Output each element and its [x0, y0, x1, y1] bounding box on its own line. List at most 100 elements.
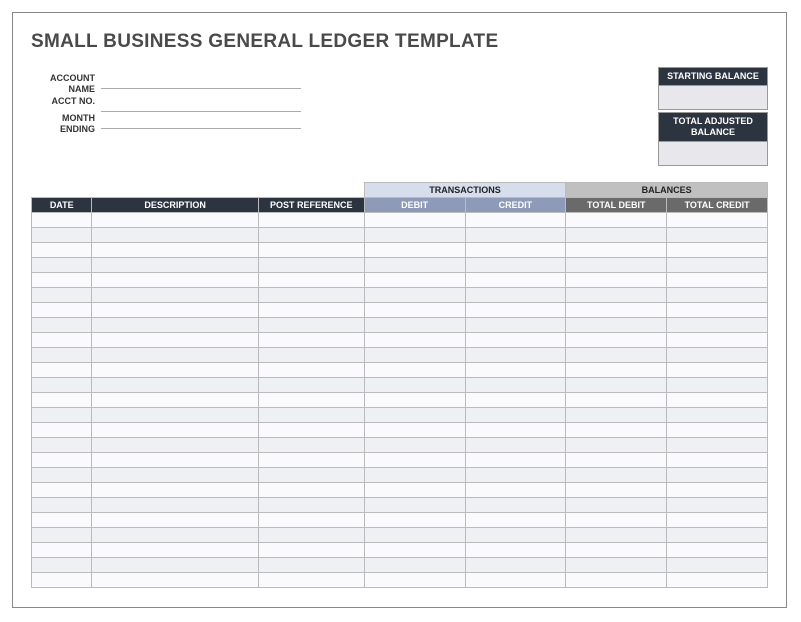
- table-cell[interactable]: [364, 513, 465, 528]
- table-cell[interactable]: [32, 423, 92, 438]
- table-cell[interactable]: [258, 423, 364, 438]
- table-cell[interactable]: [465, 468, 566, 483]
- table-cell[interactable]: [92, 333, 258, 348]
- table-cell[interactable]: [364, 438, 465, 453]
- table-cell[interactable]: [364, 543, 465, 558]
- table-cell[interactable]: [465, 543, 566, 558]
- table-cell[interactable]: [465, 303, 566, 318]
- table-cell[interactable]: [92, 243, 258, 258]
- table-cell[interactable]: [364, 213, 465, 228]
- table-cell[interactable]: [258, 528, 364, 543]
- table-cell[interactable]: [32, 408, 92, 423]
- table-cell[interactable]: [465, 528, 566, 543]
- table-cell[interactable]: [465, 363, 566, 378]
- table-cell[interactable]: [667, 333, 768, 348]
- table-cell[interactable]: [32, 528, 92, 543]
- table-cell[interactable]: [667, 258, 768, 273]
- table-cell[interactable]: [566, 453, 667, 468]
- table-cell[interactable]: [465, 348, 566, 363]
- table-cell[interactable]: [667, 363, 768, 378]
- table-cell[interactable]: [92, 573, 258, 588]
- table-cell[interactable]: [566, 258, 667, 273]
- table-cell[interactable]: [566, 498, 667, 513]
- table-cell[interactable]: [32, 438, 92, 453]
- table-cell[interactable]: [32, 243, 92, 258]
- table-cell[interactable]: [566, 558, 667, 573]
- table-cell[interactable]: [32, 378, 92, 393]
- table-cell[interactable]: [465, 333, 566, 348]
- table-cell[interactable]: [258, 318, 364, 333]
- table-cell[interactable]: [566, 318, 667, 333]
- table-cell[interactable]: [92, 453, 258, 468]
- table-cell[interactable]: [32, 483, 92, 498]
- table-cell[interactable]: [364, 318, 465, 333]
- table-cell[interactable]: [364, 573, 465, 588]
- table-cell[interactable]: [92, 228, 258, 243]
- table-cell[interactable]: [566, 228, 667, 243]
- table-cell[interactable]: [667, 513, 768, 528]
- table-cell[interactable]: [258, 288, 364, 303]
- table-cell[interactable]: [667, 243, 768, 258]
- table-cell[interactable]: [465, 273, 566, 288]
- table-cell[interactable]: [566, 213, 667, 228]
- table-cell[interactable]: [258, 513, 364, 528]
- table-cell[interactable]: [667, 288, 768, 303]
- table-cell[interactable]: [92, 393, 258, 408]
- table-cell[interactable]: [364, 423, 465, 438]
- table-cell[interactable]: [364, 243, 465, 258]
- table-cell[interactable]: [667, 528, 768, 543]
- table-cell[interactable]: [364, 453, 465, 468]
- table-cell[interactable]: [465, 483, 566, 498]
- table-cell[interactable]: [32, 543, 92, 558]
- table-cell[interactable]: [32, 498, 92, 513]
- table-cell[interactable]: [465, 213, 566, 228]
- table-cell[interactable]: [32, 468, 92, 483]
- table-cell[interactable]: [258, 303, 364, 318]
- table-cell[interactable]: [258, 348, 364, 363]
- table-cell[interactable]: [32, 303, 92, 318]
- table-cell[interactable]: [465, 513, 566, 528]
- table-cell[interactable]: [258, 378, 364, 393]
- table-cell[interactable]: [92, 468, 258, 483]
- table-cell[interactable]: [364, 558, 465, 573]
- table-cell[interactable]: [465, 453, 566, 468]
- table-cell[interactable]: [258, 558, 364, 573]
- table-cell[interactable]: [364, 468, 465, 483]
- table-cell[interactable]: [92, 438, 258, 453]
- table-cell[interactable]: [667, 498, 768, 513]
- table-cell[interactable]: [364, 273, 465, 288]
- table-cell[interactable]: [92, 498, 258, 513]
- table-cell[interactable]: [667, 228, 768, 243]
- table-cell[interactable]: [32, 573, 92, 588]
- table-cell[interactable]: [667, 573, 768, 588]
- table-cell[interactable]: [364, 528, 465, 543]
- starting-balance-value[interactable]: [658, 86, 768, 110]
- table-cell[interactable]: [92, 348, 258, 363]
- table-cell[interactable]: [667, 303, 768, 318]
- table-cell[interactable]: [32, 348, 92, 363]
- table-cell[interactable]: [465, 393, 566, 408]
- table-cell[interactable]: [258, 213, 364, 228]
- table-cell[interactable]: [566, 483, 667, 498]
- table-cell[interactable]: [258, 483, 364, 498]
- table-cell[interactable]: [364, 258, 465, 273]
- table-cell[interactable]: [364, 363, 465, 378]
- table-cell[interactable]: [364, 408, 465, 423]
- table-cell[interactable]: [32, 513, 92, 528]
- table-cell[interactable]: [566, 513, 667, 528]
- table-cell[interactable]: [32, 273, 92, 288]
- table-cell[interactable]: [566, 423, 667, 438]
- table-cell[interactable]: [258, 333, 364, 348]
- table-cell[interactable]: [258, 273, 364, 288]
- table-cell[interactable]: [566, 363, 667, 378]
- table-cell[interactable]: [667, 483, 768, 498]
- table-cell[interactable]: [32, 288, 92, 303]
- table-cell[interactable]: [258, 438, 364, 453]
- table-cell[interactable]: [667, 378, 768, 393]
- table-cell[interactable]: [258, 543, 364, 558]
- table-cell[interactable]: [667, 408, 768, 423]
- table-cell[interactable]: [667, 438, 768, 453]
- table-cell[interactable]: [92, 318, 258, 333]
- table-cell[interactable]: [258, 468, 364, 483]
- table-cell[interactable]: [258, 573, 364, 588]
